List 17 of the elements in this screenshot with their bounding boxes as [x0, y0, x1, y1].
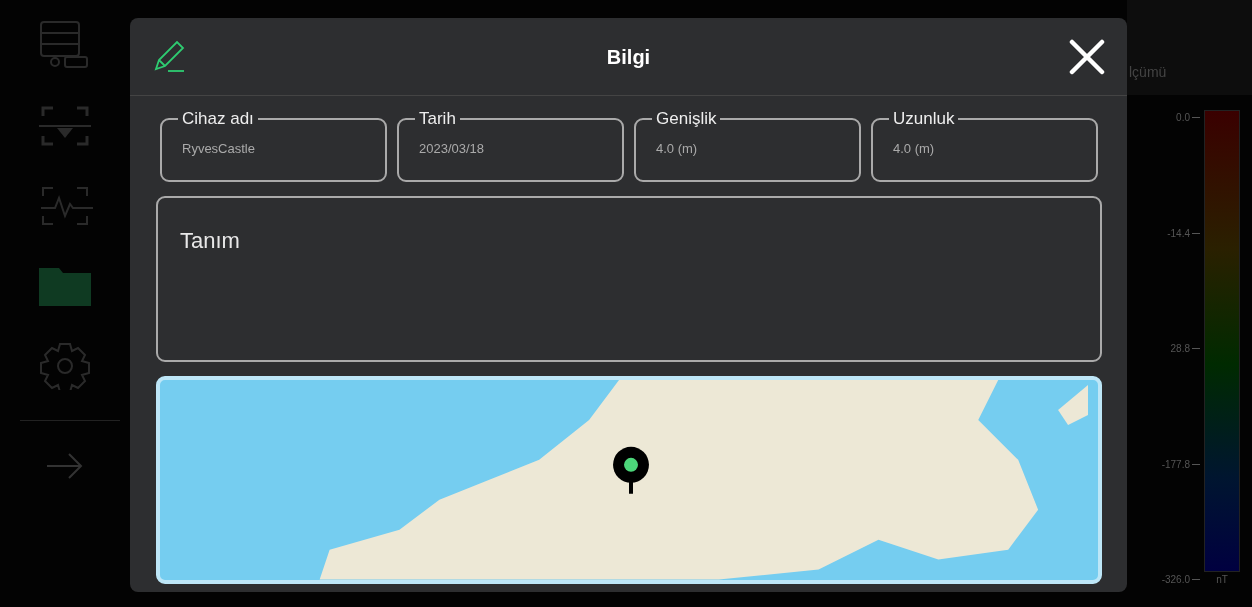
settings-icon[interactable] [37, 340, 93, 390]
dialog-title: Bilgi [606, 44, 651, 70]
scale-tick-label: -14.4 [1167, 225, 1200, 241]
arrow-right-icon[interactable] [45, 451, 85, 481]
info-field[interactable]: Genişlik 4.0 (m) [634, 110, 861, 183]
description-field[interactable]: Tanım [156, 196, 1102, 363]
close-button[interactable] [1069, 38, 1105, 75]
location-pin-icon [613, 447, 649, 495]
unit-label: nT [1216, 573, 1228, 587]
scale-tick-label: -326.0 [1161, 572, 1200, 587]
scale-tick-label: 28.8 [1170, 341, 1200, 356]
info-field[interactable]: Tarih 2023/03/18 [397, 110, 624, 183]
scale-tick-label: -177.8 [1161, 456, 1200, 472]
info-field[interactable]: Cihaz adı RyvesCastle [160, 110, 387, 183]
info-field[interactable]: Uzunluk 4.0 (m) [871, 110, 1098, 183]
scale-tick-label: 0.0 [1176, 110, 1200, 125]
map-view[interactable] [156, 376, 1102, 584]
